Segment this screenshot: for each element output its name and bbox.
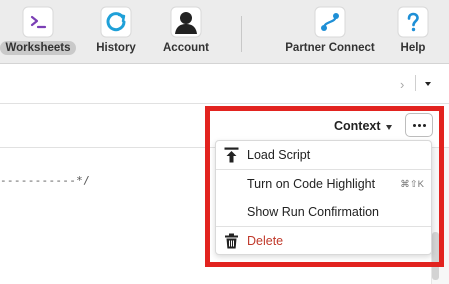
toolbar-account-button[interactable]: Account — [158, 0, 214, 64]
top-toolbar: Worksheets History Account Partner Conne… — [0, 0, 449, 64]
toolbar-history-button[interactable]: History — [91, 0, 141, 64]
toolbar-worksheets-label: Worksheets — [0, 41, 76, 55]
partner-connect-icon — [314, 6, 346, 38]
account-icon — [170, 6, 202, 38]
scroll-tabs-chevron-right-icon[interactable]: › — [400, 77, 404, 92]
worksheet-tab-bar: › — [0, 64, 449, 104]
toolbar-history-label: History — [96, 42, 136, 54]
toolbar-account-label: Account — [163, 42, 209, 54]
toolbar-partner-connect-button[interactable]: Partner Connect — [283, 0, 377, 64]
tab-bar-divider — [415, 75, 416, 91]
history-icon — [100, 6, 132, 38]
editor-code-line[interactable]: -----------*/ — [0, 174, 90, 187]
toolbar-partner-connect-label: Partner Connect — [285, 42, 375, 54]
toolbar-worksheets-button[interactable]: Worksheets — [0, 0, 76, 64]
worksheets-icon — [22, 6, 54, 38]
annotation-highlight-box — [205, 106, 444, 267]
help-icon — [397, 6, 429, 38]
toolbar-help-button[interactable]: Help — [394, 0, 432, 64]
toolbar-help-label: Help — [400, 42, 426, 54]
tab-list-dropdown-icon[interactable] — [425, 82, 431, 86]
toolbar-divider — [241, 16, 242, 52]
